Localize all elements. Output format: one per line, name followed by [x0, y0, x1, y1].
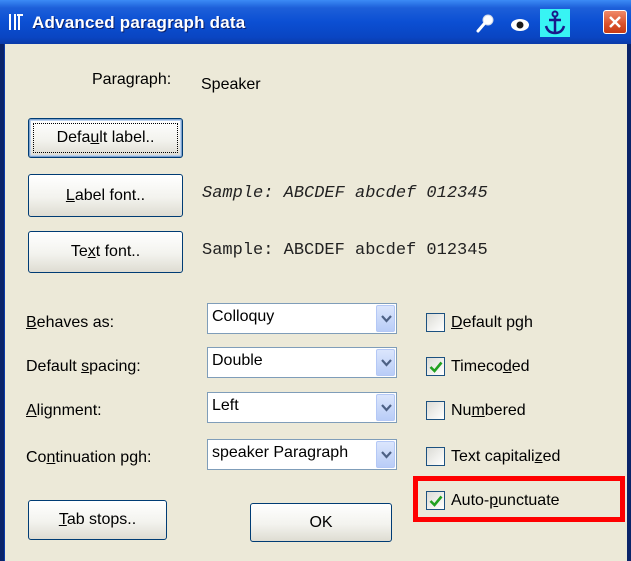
numbered-label: Numbered: [451, 401, 526, 419]
close-icon: [609, 16, 621, 28]
auto-punctuate-highlight-box: [413, 476, 625, 522]
alignment-value: Left: [212, 397, 239, 414]
checkmark-icon: [429, 361, 443, 373]
alignment-label: Alignment:: [26, 402, 102, 419]
tab-stops-button[interactable]: Tab stops..: [28, 500, 167, 540]
continuation-pgh-select[interactable]: speaker Paragraph: [207, 439, 397, 470]
tab-stops-text: Tab stops..: [58, 511, 137, 528]
close-button[interactable]: [603, 10, 627, 34]
chevron-down-icon: [381, 404, 392, 412]
timecoded-label: Timecoded: [451, 357, 530, 375]
continuation-pgh-dropdown-button[interactable]: [376, 441, 395, 468]
continuation-pgh-value: speaker Paragraph: [212, 444, 349, 461]
checkbox-box[interactable]: [426, 357, 445, 376]
checkbox-box[interactable]: [426, 401, 445, 420]
default-spacing-label: Default spacing:: [26, 358, 141, 375]
default-pgh-label: Default pgh: [451, 313, 533, 331]
timecoded-checkbox[interactable]: Timecoded: [426, 357, 530, 376]
ok-button[interactable]: OK: [250, 503, 392, 542]
search-icon[interactable]: [474, 12, 498, 34]
paragraph-label: Paragraph:: [92, 71, 172, 88]
behaves-as-select[interactable]: Colloquy: [207, 303, 397, 334]
anchor-icon: [544, 10, 566, 35]
label-font-sample: Sample: ABCDEF abcdef 012345: [202, 184, 488, 203]
title-bar[interactable]: Advanced paragraph data: [0, 0, 631, 44]
text-font-button[interactable]: Text font..: [28, 231, 183, 273]
default-spacing-value: Double: [212, 352, 263, 369]
default-spacing-dropdown-button[interactable]: [376, 349, 395, 376]
paragraph-value: Speaker: [201, 76, 261, 93]
text-capitalized-label: Text capitalized: [451, 447, 561, 465]
checkbox-box[interactable]: [426, 447, 445, 466]
window-title: Advanced paragraph data: [32, 13, 246, 32]
default-pgh-checkbox[interactable]: Default pgh: [426, 313, 533, 332]
ok-text: OK: [309, 513, 333, 531]
chevron-down-icon: [381, 451, 392, 459]
paragraph-icon: [9, 14, 23, 30]
label-font-button[interactable]: Label font..: [28, 174, 183, 217]
default-spacing-select[interactable]: Double: [207, 347, 397, 378]
text-capitalized-checkbox[interactable]: Text capitalized: [426, 447, 560, 466]
anchor-toggle[interactable]: [540, 9, 570, 37]
label-font-text: Label font..: [65, 186, 146, 204]
behaves-as-value: Colloquy: [212, 308, 275, 325]
alignment-select[interactable]: Left: [207, 392, 397, 423]
numbered-checkbox[interactable]: Numbered: [426, 401, 526, 420]
alignment-dropdown-button[interactable]: [376, 394, 395, 421]
eye-icon[interactable]: [508, 12, 532, 34]
text-font-sample: Sample: ABCDEF abcdef 012345: [202, 241, 488, 260]
behaves-as-dropdown-button[interactable]: [376, 305, 395, 332]
chevron-down-icon: [381, 315, 392, 323]
default-label-button[interactable]: Default label..: [28, 118, 183, 158]
behaves-as-label: Behaves as:: [26, 314, 115, 331]
focus-ring: [33, 123, 178, 153]
dialog-window: Advanced paragraph data Paragraph: Speak…: [0, 0, 631, 561]
checkbox-box[interactable]: [426, 313, 445, 332]
continuation-pgh-label: Continuation pgh:: [26, 449, 152, 466]
chevron-down-icon: [381, 359, 392, 367]
text-font-text: Text font..: [70, 243, 141, 260]
